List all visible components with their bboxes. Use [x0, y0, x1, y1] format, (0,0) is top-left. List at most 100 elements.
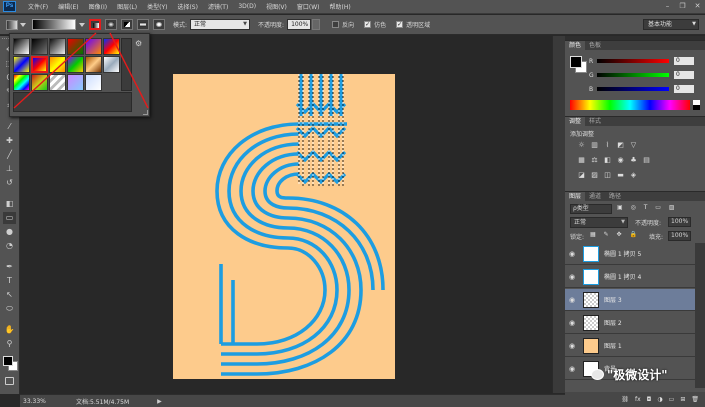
gradient-preset-selected[interactable]: [31, 56, 48, 73]
green-value[interactable]: 0: [674, 71, 694, 79]
eye-icon[interactable]: ◉: [565, 273, 579, 281]
menu-file[interactable]: 文件(F): [23, 2, 53, 11]
gradient-editor-swatch[interactable]: [32, 19, 76, 30]
exposure-icon[interactable]: ◩: [616, 141, 625, 150]
eye-icon[interactable]: ◉: [565, 319, 579, 327]
resize-grip-icon[interactable]: [143, 110, 148, 115]
tab-channels[interactable]: 通道: [585, 192, 605, 202]
reverse-checkbox[interactable]: [332, 21, 340, 28]
gradient-preset-blue-red-yellow[interactable]: [103, 38, 120, 55]
zoom-icon[interactable]: ⚲: [3, 338, 16, 350]
green-slider[interactable]: [597, 73, 669, 77]
red-value[interactable]: 0: [674, 57, 694, 65]
brightness-icon[interactable]: ☼: [577, 141, 586, 150]
selective-color-icon[interactable]: ◈: [629, 171, 638, 180]
layer-row[interactable]: ◉ 图层 2: [565, 312, 695, 334]
blue-slider[interactable]: [597, 87, 669, 91]
black-white-icon[interactable]: ◧: [603, 156, 612, 165]
new-layer-icon[interactable]: ⊞: [680, 396, 685, 403]
menu-layer[interactable]: 图层(L): [112, 2, 142, 11]
menu-type[interactable]: 类型(Y): [142, 2, 172, 11]
opacity-slider-toggle[interactable]: [312, 19, 321, 30]
menu-edit[interactable]: 编辑(E): [53, 2, 83, 11]
gradient-preset-red-green[interactable]: [67, 38, 84, 55]
opacity-input[interactable]: 100%: [287, 19, 312, 30]
reflected-gradient-button[interactable]: [137, 19, 149, 30]
quick-mask-icon[interactable]: [5, 377, 14, 385]
curves-icon[interactable]: ⌇: [603, 141, 612, 150]
tool-preset-picker[interactable]: [6, 19, 26, 30]
tab-styles[interactable]: 样式: [585, 117, 605, 127]
zoom-level[interactable]: 33.33%: [20, 398, 48, 405]
gradient-picker-chevron-icon[interactable]: [79, 22, 85, 27]
eraser-icon[interactable]: ◧: [3, 198, 16, 210]
transparency-checkbox[interactable]: [396, 21, 404, 28]
gradient-preset-copper[interactable]: [85, 56, 102, 73]
gradient-preset-pastel[interactable]: [67, 74, 84, 91]
linear-gradient-button[interactable]: [89, 19, 101, 30]
layer-filter-select[interactable]: ρ类型: [570, 204, 612, 214]
vertical-scrollbar[interactable]: [552, 36, 565, 393]
diamond-gradient-button[interactable]: [153, 19, 165, 30]
color-spectrum[interactable]: [570, 100, 700, 110]
color-balance-icon[interactable]: ⚖: [590, 156, 599, 165]
gradient-preset-foreground-transparent[interactable]: [31, 38, 48, 55]
vibrance-icon[interactable]: ▽: [629, 141, 638, 150]
status-menu-arrow-icon[interactable]: ▶: [157, 398, 162, 405]
mask-icon[interactable]: ◘: [647, 396, 652, 403]
layer-row[interactable]: ◉ 椭圆 1 拷贝 5: [565, 243, 695, 265]
gradient-preset-violet-green[interactable]: [67, 56, 84, 73]
blend-mode-select[interactable]: 正常 ▼: [570, 217, 628, 228]
lock-icons[interactable]: ▦ ✎ ✥ 🔒: [590, 231, 640, 238]
tab-paths[interactable]: 路径: [605, 192, 625, 202]
restore-button[interactable]: ❐: [675, 1, 690, 12]
eye-icon[interactable]: ◉: [565, 342, 579, 350]
gradient-map-icon[interactable]: ▬: [616, 171, 625, 180]
shape-icon[interactable]: ⬭: [3, 303, 16, 315]
trash-icon[interactable]: 🗑: [691, 396, 699, 403]
gradient-icon[interactable]: ▭: [3, 212, 16, 224]
tab-adjustments[interactable]: 调整: [565, 116, 586, 127]
gradient-preset-transparent-rainbow[interactable]: [31, 74, 48, 91]
gradient-preset-violet-orange[interactable]: [85, 38, 102, 55]
layer-row[interactable]: ◉ 椭圆 1 拷贝 4: [565, 266, 695, 288]
dodge-icon[interactable]: ◔: [3, 240, 16, 252]
eye-icon[interactable]: ◉: [565, 296, 579, 304]
menu-image[interactable]: 图像(I): [84, 2, 112, 11]
menu-select[interactable]: 选择(S): [172, 2, 203, 11]
menu-3d[interactable]: 3D(D): [233, 3, 261, 10]
eye-icon[interactable]: ◉: [565, 250, 579, 258]
gradient-preset-black-white[interactable]: [49, 38, 66, 55]
layer-row[interactable]: ◉ 图层 1: [565, 335, 695, 357]
menu-help[interactable]: 帮助(H): [325, 2, 356, 11]
group-icon[interactable]: ▭: [669, 396, 675, 403]
adjustment-icon[interactable]: ◑: [657, 396, 662, 403]
gear-icon[interactable]: ⚙: [135, 39, 145, 49]
eyedropper-icon[interactable]: ⁄: [3, 121, 16, 133]
gradient-preset-foreground-background[interactable]: [13, 38, 30, 55]
gradient-preset-blue-yellow-blue[interactable]: [13, 56, 30, 73]
fill-input[interactable]: 100%: [668, 231, 691, 241]
tab-swatches[interactable]: 色板: [585, 41, 605, 51]
color-lookup-icon[interactable]: ▤: [642, 156, 651, 165]
gradient-preset-spectrum[interactable]: [13, 74, 30, 91]
eye-icon[interactable]: ◉: [565, 365, 579, 373]
dither-checkbox[interactable]: [364, 21, 372, 28]
threshold-icon[interactable]: ◫: [603, 171, 612, 180]
fx-icon[interactable]: fx: [635, 396, 641, 403]
path-select-icon[interactable]: ↖: [3, 289, 16, 301]
levels-icon[interactable]: ▥: [590, 141, 599, 150]
gradient-preset-orange-yellow[interactable]: [49, 56, 66, 73]
angle-gradient-button[interactable]: [121, 19, 133, 30]
gradient-preset-light-blue[interactable]: [85, 74, 102, 91]
gradient-preset-transparent-stripes[interactable]: [49, 74, 66, 91]
gradient-preset-chrome[interactable]: [103, 56, 120, 73]
hue-saturation-icon[interactable]: ▦: [577, 156, 586, 165]
menu-view[interactable]: 视图(V): [261, 2, 292, 11]
pen-icon[interactable]: ✒: [3, 261, 16, 273]
clone-stamp-icon[interactable]: ⊥: [3, 163, 16, 175]
layer-row-selected[interactable]: ◉ 图层 3: [565, 289, 695, 311]
menu-filter[interactable]: 滤镜(T): [203, 2, 233, 11]
history-brush-icon[interactable]: ↺: [3, 177, 16, 189]
posterize-icon[interactable]: ▨: [590, 171, 599, 180]
